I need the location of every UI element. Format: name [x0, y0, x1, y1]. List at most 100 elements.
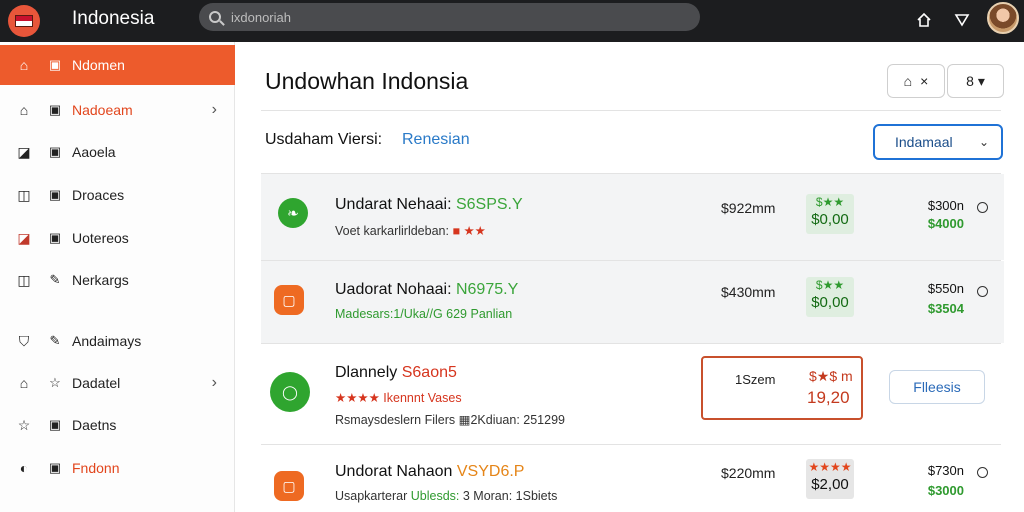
row-radio[interactable] — [977, 467, 988, 478]
filter-label: Usdaham Viersi: — [265, 131, 383, 148]
rating-stars: $★★ — [815, 195, 845, 209]
circle-icon: ◯ — [270, 372, 310, 412]
sidebar-item-label: Droaces — [72, 187, 125, 203]
grid-icon: ▣ — [48, 102, 62, 117]
options-dropdown-button[interactable]: 8 ▾ — [947, 64, 1004, 98]
item-title: Dlannely S6aon5 — [335, 364, 457, 381]
home-icon[interactable] — [912, 8, 936, 32]
sidebar-item-label: Dadatel — [72, 375, 121, 391]
item-price-total: $3504 — [927, 301, 964, 316]
box-icon: ◫ — [17, 272, 31, 288]
item-subtitle: Usapkarterar Ublesds: 3 Moran: 1Sbiets — [335, 489, 558, 503]
sidebar-item-label: Ndomen — [72, 57, 125, 73]
sidebar-item-andaimays[interactable]: ⛉ ✎ Andaimays — [0, 321, 235, 361]
sidebar: ⌂ ▣ Ndomen ⌂ ▣ Nadoeam › ◪ ▣ Aaoela ◫ ▣ … — [0, 42, 235, 512]
star-icon: ☆ — [17, 417, 31, 433]
filter-value-link[interactable]: Renesian — [402, 131, 470, 149]
item-price-total: $4000 — [927, 216, 964, 231]
square-icon: ▢ — [274, 471, 304, 501]
leaf-icon: ❧ — [278, 198, 308, 228]
options-dropdown-label: 8 ▾ — [966, 72, 985, 89]
chart-icon: ◪ — [17, 144, 31, 160]
sidebar-item-daetns[interactable]: ☆ ▣ Daetns — [0, 405, 235, 445]
main-content: Undowhan Indonsia ⌂ × 8 ▾ Usdaham Viersi… — [236, 42, 1024, 512]
divider — [261, 110, 1001, 111]
sidebar-item-label: Nadoeam — [72, 102, 133, 118]
highlight-value: 19,20 — [807, 388, 850, 407]
app-title: Indonesia — [72, 8, 155, 29]
shield-icon: ⛉ — [18, 333, 30, 349]
price-badge: $★★ $0,00 — [806, 194, 854, 234]
bar-chart-icon: ◪ — [17, 230, 31, 246]
sidebar-item-aaoela[interactable]: ◪ ▣ Aaoela — [0, 132, 235, 172]
flag-icon — [15, 15, 33, 27]
grid-icon: ▣ — [48, 144, 62, 159]
item-subtitle: Rsmaysdeslern Filers ▦2Kdiuan: 251299 — [335, 413, 565, 427]
item-price: $430mm — [721, 284, 776, 300]
sidebar-item-nadoeam[interactable]: ⌂ ▣ Nadoeam › — [0, 90, 235, 130]
sidebar-item-label: Nerkargs — [72, 272, 129, 288]
tag-button[interactable]: ⌂ × — [887, 64, 945, 98]
top-bar: Indonesia — [0, 0, 1024, 42]
home-icon: ⌂ — [19, 57, 29, 73]
sidebar-item-label: Fndonn — [72, 460, 120, 476]
grid-icon: ▣ — [48, 187, 62, 202]
row-radio[interactable] — [977, 286, 988, 297]
row-radio[interactable] — [977, 202, 988, 213]
price-badge: $★★ $0,00 — [806, 277, 854, 317]
item-rating: ★★★★ Ikennnt Vases — [335, 391, 462, 405]
highlight-stars: $★$ m — [809, 368, 853, 384]
avatar[interactable] — [987, 2, 1019, 34]
badge-value: $2,00 — [811, 476, 849, 493]
region-select[interactable]: Indamaal ⌄ — [873, 124, 1003, 160]
item-price: $922mm — [721, 200, 776, 216]
rating-stars: $★★ — [815, 278, 845, 292]
highlighted-price-box[interactable]: 1Szem $★$ m 19,20 — [701, 356, 863, 420]
highlight-label: 1Szem — [735, 372, 776, 387]
sidebar-item-label: Aaoela — [72, 144, 116, 160]
search-icon — [209, 11, 221, 23]
grid-icon: ▣ — [48, 417, 62, 432]
item-subtitle: Madesars:1/Uka//G 629 Panlian — [335, 307, 513, 321]
list-item[interactable]: ▢ Undorat Nahaon VSYD6.P Usapkarterar Ub… — [261, 445, 1004, 512]
item-price-secondary: $730n — [927, 463, 964, 478]
chevron-right-icon: › — [211, 374, 217, 391]
sidebar-item-label: Uotereos — [72, 230, 129, 246]
search-input[interactable] — [231, 9, 671, 25]
sidebar-item-dadatel[interactable]: ⌂ ☆ Dadatel › — [0, 363, 235, 403]
filter-icon[interactable] — [950, 8, 974, 32]
tag-button-label: × — [920, 73, 929, 89]
grid-icon: ▣ — [48, 230, 62, 245]
price-badge: ★★★★ $2,00 — [806, 459, 854, 499]
chevron-right-icon: › — [211, 101, 217, 118]
edit-icon: ✎ — [49, 272, 61, 287]
grid-icon: ▣ — [48, 460, 62, 475]
sidebar-item-uotereos[interactable]: ◪ ▣ Uotereos — [0, 218, 235, 258]
sidebar-item-label: Andaimays — [72, 333, 142, 349]
item-subtitle: Voet karkarlirldeban: ■ ★★ — [335, 224, 486, 238]
region-select-value: Indamaal — [895, 134, 953, 150]
rating-stars: ★★★★ — [808, 460, 852, 474]
sidebar-item-ndomen[interactable]: ⌂ ▣ Ndomen — [0, 45, 235, 85]
item-price-total: $3000 — [927, 483, 964, 498]
list-item[interactable]: ▢ Uadorat Nohaai: N6975.Y Madesars:1/Uka… — [261, 261, 1004, 343]
list-item[interactable]: ❧ Undarat Nehaai: S6SPS.Y Voet karkarlir… — [261, 174, 1004, 260]
item-title: Undarat Nehaai: S6SPS.Y — [335, 196, 523, 213]
page-title: Undowhan Indonsia — [265, 68, 469, 94]
house-icon: ⌂ — [19, 375, 29, 391]
sidebar-item-nerkargs[interactable]: ◫ ✎ Nerkargs — [0, 260, 235, 300]
sidebar-item-label: Daetns — [72, 417, 117, 433]
chevron-down-icon: ⌄ — [978, 135, 989, 149]
square-icon: ▢ — [274, 285, 304, 315]
sidebar-item-fndonn[interactable]: ◐ ▣ Fndonn — [0, 448, 235, 488]
edit-icon: ✎ — [49, 333, 61, 348]
clock-icon: ◐ — [19, 460, 29, 476]
app-logo[interactable] — [8, 5, 40, 37]
search-bar[interactable] — [199, 3, 700, 31]
sidebar-item-droaces[interactable]: ◫ ▣ Droaces — [0, 175, 235, 215]
item-price: $220mm — [721, 465, 776, 481]
files-button[interactable]: Flleesis — [889, 370, 985, 404]
tag-icon: ⌂ — [903, 73, 913, 89]
badge-value: $0,00 — [811, 294, 849, 311]
grid-icon: ▣ — [48, 57, 62, 72]
